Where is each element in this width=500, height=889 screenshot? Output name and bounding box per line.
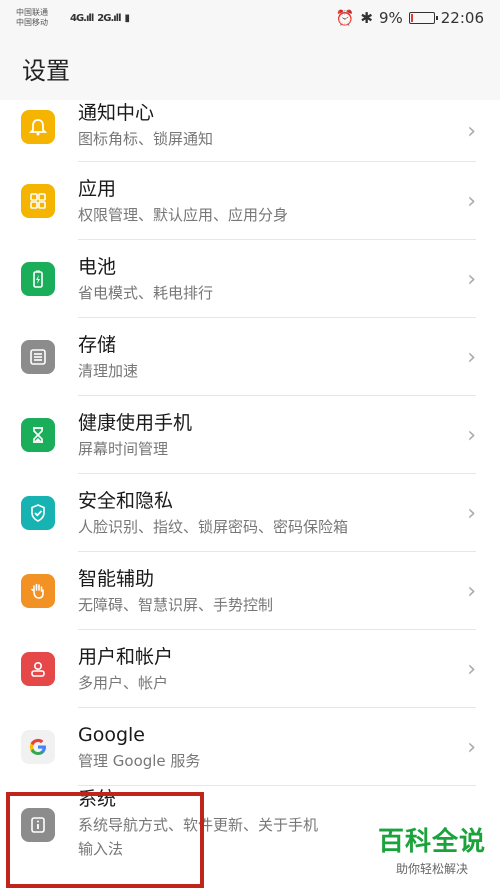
settings-item-title: 存储 [78,334,117,356]
settings-item-text: 通知中心 图标角标、锁屏通知 [78,100,450,150]
alarm-icon: ⏰ [335,9,355,27]
settings-item-text: 应用 权限管理、默认应用、应用分身 [78,176,450,226]
sim-icon: ▮ [124,12,130,24]
bell-icon [21,110,55,144]
settings-item-subtitle: 省电模式、耗电排行 [78,284,214,302]
settings-item-text: 电池 省电模式、耗电排行 [78,254,450,304]
settings-item-security[interactable]: 安全和隐私 人脸识别、指纹、锁屏密码、密码保险箱 › [0,474,500,552]
google-icon [21,730,55,764]
settings-item-subtitle: 屏幕时间管理 [78,440,169,458]
carrier-2: 中国移动 [16,18,48,27]
battery-icon [408,12,438,24]
chevron-right-icon: › [467,656,476,682]
shield-icon [21,496,55,530]
settings-item-notifications[interactable]: 通知中心 图标角标、锁屏通知 › [0,100,500,162]
bluetooth-icon: ✱ [360,9,373,27]
storage-icon [21,340,55,374]
settings-item-title: Google [78,724,146,746]
settings-item-title: 通知中心 [78,102,155,124]
chevron-right-icon: › [467,266,476,292]
chevron-right-icon: › [467,578,476,604]
status-right: ⏰ ✱ 9% 22:06 [336,9,484,27]
hand-icon [21,574,55,608]
settings-item-digital-balance[interactable]: 健康使用手机 屏幕时间管理 › [0,396,500,474]
settings-list: 通知中心 图标角标、锁屏通知 › 应用 权限管理、默认应用、应用分身 › 电池 … [0,100,500,886]
settings-item-smart-assistance[interactable]: 智能辅助 无障碍、智慧识屏、手势控制 › [0,552,500,630]
settings-item-apps[interactable]: 应用 权限管理、默认应用、应用分身 › [0,162,500,240]
chevron-right-icon: › [467,734,476,760]
status-left: 中国联通 中国移动 4G.ıll 2G.ıll ▮ [16,8,130,28]
hourglass-icon [21,418,55,452]
watermark: 百科全说 助你轻松解决 [378,821,486,877]
signal-1-label: 4G [70,12,84,24]
apps-icon [21,184,55,218]
signal-2-label: 2G [97,12,111,24]
info-icon [21,808,55,842]
chevron-right-icon: › [467,500,476,526]
settings-item-text: 健康使用手机 屏幕时间管理 [78,410,450,460]
settings-item-text: 智能辅助 无障碍、智慧识屏、手势控制 [78,566,450,616]
settings-item-title: 系统 [78,788,117,810]
settings-item-google[interactable]: Google 管理 Google 服务 › [0,708,500,786]
settings-item-text: 存储 清理加速 [78,332,450,382]
user-icon [21,652,55,686]
settings-item-text: Google 管理 Google 服务 [78,722,450,772]
clock: 22:06 [440,9,484,27]
battery-fill [410,14,413,22]
settings-item-subtitle: 清理加速 [78,362,139,380]
status-bar: 中国联通 中国移动 4G.ıll 2G.ıll ▮ ⏰ ✱ 9% 22:06 [0,0,500,36]
watermark-title: 百科全说 [377,827,486,857]
settings-item-subtitle: 图标角标、锁屏通知 [78,130,214,148]
battery-percent: 9% [378,9,403,27]
settings-item-battery[interactable]: 电池 省电模式、耗电排行 › [0,240,500,318]
app-header: 设置 [0,36,500,100]
chevron-right-icon: › [467,344,476,370]
settings-item-subtitle: 无障碍、智慧识屏、手势控制 [78,596,274,614]
signal-2-icon: 2G.ıll [97,12,121,24]
settings-item-users-accounts[interactable]: 用户和帐户 多用户、帐户 › [0,630,500,708]
settings-item-title: 用户和帐户 [78,646,174,668]
chevron-right-icon: › [467,188,476,214]
settings-item-title: 安全和隐私 [78,490,174,512]
settings-item-title: 健康使用手机 [78,412,193,434]
watermark-subtitle: 助你轻松解决 [395,862,468,876]
page-title: 设置 [22,56,70,85]
settings-item-subtitle: 多用户、帐户 [78,674,169,692]
settings-item-subtitle: 人脸识别、指纹、锁屏密码、密码保险箱 [78,518,349,536]
settings-item-title: 电池 [78,256,117,278]
settings-item-title: 智能辅助 [78,568,155,590]
carrier-labels: 中国联通 中国移动 [16,8,66,28]
battery-icon [21,262,55,296]
signal-1-icon: 4G.ıll [70,12,94,24]
settings-item-text: 安全和隐私 人脸识别、指纹、锁屏密码、密码保险箱 [78,488,450,538]
settings-item-subtitle: 管理 Google 服务 [78,752,201,770]
settings-item-subtitle: 权限管理、默认应用、应用分身 [78,206,289,224]
chevron-right-icon: › [467,118,476,144]
settings-item-storage[interactable]: 存储 清理加速 › [0,318,500,396]
settings-item-text: 用户和帐户 多用户、帐户 [78,644,450,694]
settings-item-title: 应用 [78,178,117,200]
chevron-right-icon: › [467,422,476,448]
carrier-1: 中国联通 [16,8,48,17]
